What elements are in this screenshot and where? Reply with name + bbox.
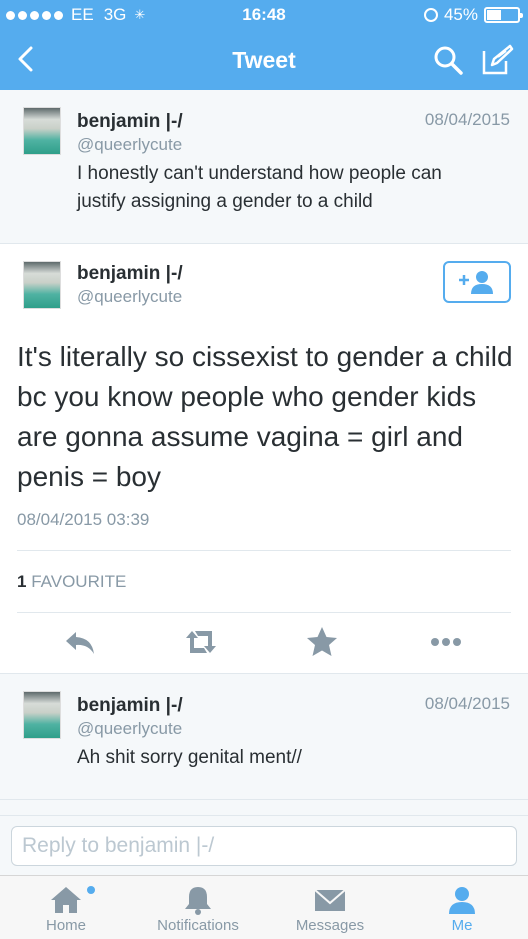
nav-bar: Tweet (0, 30, 528, 90)
author-name[interactable]: benjamin |-/ (77, 695, 183, 717)
favourite-count[interactable]: 1 FAVOURITE (17, 572, 126, 592)
tab-notifications[interactable]: Notifications (132, 876, 264, 939)
avatar[interactable] (23, 691, 61, 739)
envelope-icon (314, 889, 346, 911)
add-user-icon (459, 271, 493, 294)
reply-tweet[interactable]: benjamin |-/ @queerlycute 08/04/2015 Ah … (0, 674, 528, 800)
tab-label: Notifications (157, 917, 239, 934)
tab-label: Messages (295, 917, 365, 934)
status-bar: EE 3G ✳ 16:48 45% (0, 0, 528, 30)
battery-icon (484, 7, 523, 23)
reply-input[interactable] (11, 826, 517, 866)
status-right: 45% (423, 5, 523, 25)
parent-tweet[interactable]: benjamin |-/ @queerlycute 08/04/2015 I h… (0, 90, 528, 244)
favourite-count-number: 1 (17, 572, 27, 591)
tab-label: Me (451, 917, 473, 934)
tweet-text: It's literally so cissexist to gender a … (17, 341, 513, 492)
divider (17, 612, 511, 613)
rotation-lock-icon (423, 8, 438, 22)
author-handle[interactable]: @queerlycute (77, 719, 182, 739)
bell-icon (185, 887, 211, 915)
more-icon[interactable] (428, 624, 464, 660)
avatar[interactable] (23, 261, 61, 309)
tab-me[interactable]: Me (396, 876, 528, 939)
reply-bar (0, 815, 528, 875)
tweet-actions (0, 624, 528, 664)
tab-home[interactable]: Home (0, 876, 132, 939)
favourite-label: FAVOURITE (31, 572, 127, 591)
tweet-text-line-2: justify assigning a gender to a child (77, 191, 373, 212)
search-icon[interactable] (432, 44, 464, 76)
compose-tweet-icon[interactable] (480, 43, 514, 77)
person-icon (449, 887, 475, 914)
author-name[interactable]: benjamin |-/ (77, 263, 183, 285)
author-name[interactable]: benjamin |-/ (77, 111, 183, 133)
notification-dot (87, 886, 95, 894)
tweet-text: Ah shit sorry genital ment// (77, 747, 302, 768)
tab-messages[interactable]: Messages (264, 876, 396, 939)
tab-bar: Home Notifications Messages Me (0, 875, 528, 939)
avatar[interactable] (23, 107, 61, 155)
author-handle[interactable]: @queerlycute (77, 287, 182, 307)
tweet-text-line-1: I honestly can't understand how people c… (77, 163, 442, 184)
battery-fill (487, 10, 501, 20)
main-tweet: benjamin |-/ @queerlycute It's literally… (0, 244, 528, 674)
tab-label: Home (45, 917, 86, 934)
home-icon (51, 887, 81, 913)
retweet-icon[interactable] (183, 624, 219, 660)
follow-button[interactable] (443, 261, 511, 303)
tweet-date: 08/04/2015 (424, 110, 510, 129)
author-handle[interactable]: @queerlycute (77, 135, 182, 155)
tweet-timestamp: 08/04/2015 03:39 (17, 510, 150, 529)
favorite-star-icon[interactable] (304, 624, 340, 660)
reply-icon[interactable] (62, 624, 98, 660)
tweet-date: 08/04/2015 (424, 694, 510, 713)
divider (17, 550, 511, 551)
battery-percent: 45% (443, 5, 478, 24)
